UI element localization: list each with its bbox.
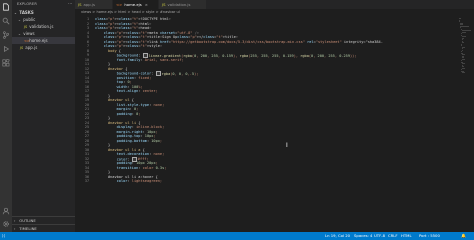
javascript-file-icon: JS <box>20 46 24 50</box>
live-server-port[interactable]: Port : 5500 <box>419 232 440 240</box>
minimap-line <box>462 31 466 33</box>
minimap-line <box>462 58 465 60</box>
line-number: 37 <box>84 179 89 183</box>
tree-file-app-js[interactable]: JS app.js <box>12 44 75 51</box>
status-bar: ⟩⟨ Ln 19, Col 20 Spaces: 4 UTF-8 CRLF HT… <box>0 232 474 240</box>
minimap-line <box>462 42 465 43</box>
code-editor[interactable]: 1 2 3 4 5 6 7 8 9 10 11 12 13 14 15 16 17 18 19 20 21 22 23 24 2… <box>75 16 474 232</box>
settings-gear-icon[interactable] <box>1 219 11 229</box>
indentation-setting[interactable]: Spaces: 4 <box>354 232 372 240</box>
explorer-icon[interactable] <box>1 2 11 12</box>
search-icon[interactable] <box>1 16 11 26</box>
minimap[interactable] <box>459 18 471 78</box>
javascript-file-icon: JS <box>162 2 166 7</box>
extensions-icon[interactable] <box>1 58 11 68</box>
remote-icon[interactable]: ⟩⟨ <box>2 232 5 240</box>
minimap-line <box>462 67 465 69</box>
explorer-sidebar: EXPLORER ··· ⌄ TASKS ⌄ public JS validat… <box>12 0 75 232</box>
javascript-file-icon: JS <box>78 2 82 7</box>
run-debug-icon[interactable] <box>1 44 11 54</box>
minimap-line <box>460 25 470 27</box>
tree-folder-public[interactable]: ⌄ public <box>12 16 75 23</box>
encoding-setting[interactable]: UTF-8 <box>374 232 385 240</box>
outline-section[interactable]: › OUTLINE <box>12 216 75 224</box>
close-icon[interactable]: × <box>145 2 148 7</box>
code-area[interactable]: class="p"><class="t">!DOCTYPE html> class… <box>95 16 474 232</box>
cursor-position[interactable]: Ln 19, Col 20 <box>325 232 350 240</box>
tree-file-validation-js[interactable]: JS validation.js <box>12 23 75 30</box>
more-actions-icon[interactable]: ··· <box>68 1 72 6</box>
tree-root-tasks[interactable]: ⌄ TASKS <box>12 9 75 16</box>
source-control-icon[interactable] <box>1 30 11 40</box>
tree-file-home-ejs[interactable]: <> home.ejs <box>12 37 75 44</box>
minimap-line <box>462 49 464 51</box>
explorer-title: EXPLORER <box>17 2 37 6</box>
notifications-bell-icon[interactable]: 🔔 <box>461 232 466 240</box>
text-cursor-icon: I <box>286 142 288 149</box>
eol-setting[interactable]: CRLF <box>388 232 398 240</box>
breadcrumb[interactable]: views > home.ejs > html > head > style >… <box>75 9 474 16</box>
editor-tabs: JS app.js <> home.ejs × JS validation.js <box>75 0 474 9</box>
timeline-section[interactable]: › TIMELINE <box>12 224 75 232</box>
code-line[interactable]: color: lightseagreen; <box>95 179 162 184</box>
tree-folder-views[interactable]: ⌄ views <box>12 30 75 37</box>
vscode-window: EXPLORER ··· ⌄ TASKS ⌄ public JS validat… <box>0 0 474 240</box>
ejs-file-icon: <> <box>116 2 123 7</box>
account-icon[interactable] <box>1 206 11 216</box>
minimap-line <box>462 72 465 73</box>
tab-home-ejs[interactable]: <> home.ejs × <box>113 0 159 9</box>
tab-validation-js[interactable]: JS validation.js <box>159 0 207 9</box>
activity-bar <box>0 0 12 232</box>
language-mode[interactable]: HTML <box>401 232 412 240</box>
line-number-gutter: 1 2 3 4 5 6 7 8 9 10 11 12 13 14 15 16 17 18 19 20 21 22 23 24 2… <box>75 16 93 232</box>
tab-app-js[interactable]: JS app.js <box>75 0 113 9</box>
